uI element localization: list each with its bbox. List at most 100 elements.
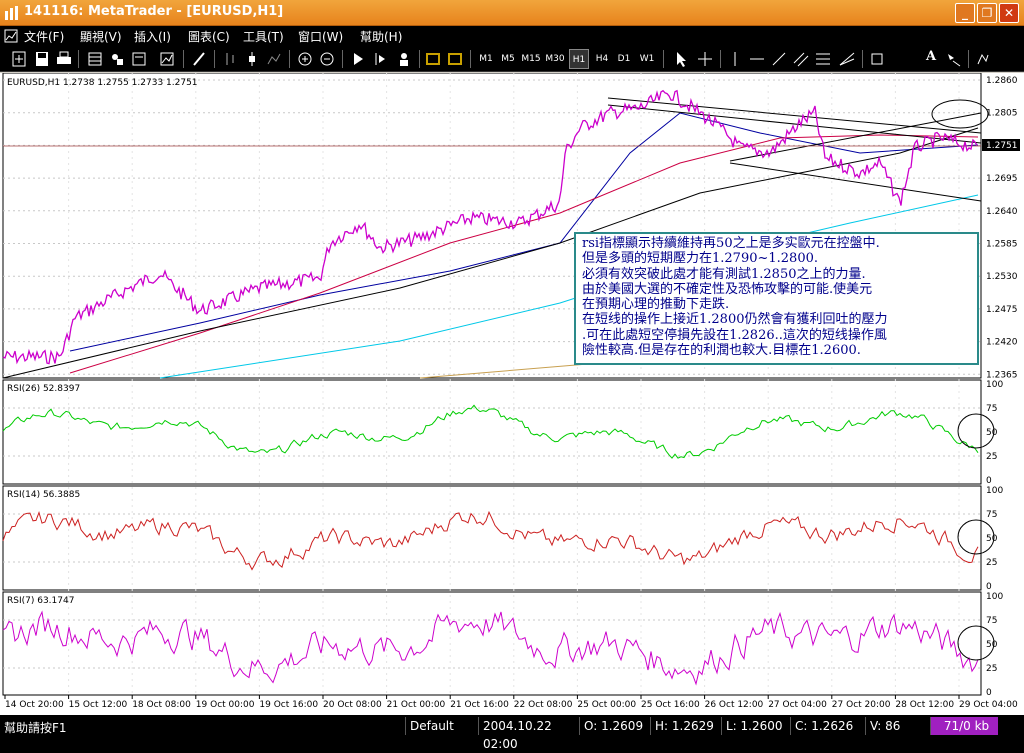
analysis-line: .可在此處短空停損先設在1.2826..這次的短线操作風 [582,327,887,343]
menu-charts[interactable]: 圖表(C) [188,28,230,45]
rsi7-pane[interactable] [2,591,982,696]
rsi-scale-label: 25 [986,558,997,568]
menu-tools[interactable]: 工具(T) [243,28,284,45]
toolbar-separator [214,50,215,68]
menu-view[interactable]: 顯視(V) [80,28,122,45]
timeframe-d1[interactable]: D1 [614,49,634,69]
time-axis-label: 22 Oct 08:00 [514,700,573,710]
rsi-scale-label: 75 [986,404,997,414]
cursor-icon[interactable] [672,49,690,69]
horizontal-line-icon[interactable] [748,49,766,69]
chart-area[interactable]: EURUSD,H1 1.2738 1.2755 1.2733 1.2751 RS… [0,72,1024,715]
menu-bar: 文件(F) 顯視(V) 插入(I) 圖表(C) 工具(T) 窗口(W) 幫助(H… [0,26,1024,46]
analysis-line: 但是多頭的短期壓力在1.2790~1.2800. [582,251,818,267]
timeframe-h1[interactable]: H1 [569,49,589,69]
new-chart-icon[interactable] [10,49,28,69]
current-price-label: 1.2751 [986,141,1018,151]
timeframe-m1[interactable]: M1 [476,49,496,69]
maximize-button[interactable]: ❐ [977,3,997,23]
fractals-icon[interactable] [974,49,992,69]
chart-window-icon [4,29,18,43]
toolbar-separator [78,50,79,68]
navigator-icon[interactable] [108,49,126,69]
timeframe-h4[interactable]: H4 [592,49,612,69]
time-axis-label: 29 Oct 04:00 [959,700,1018,710]
price-chart[interactable]: EURUSD,H1 1.2738 1.2755 1.2733 1.2751 RS… [0,72,1024,715]
trendline-icon[interactable] [770,49,788,69]
status-profile[interactable]: Default [405,717,477,735]
toolbar-separator [183,50,184,68]
status-open: O: 1.2609 [579,717,649,735]
text-tool-button[interactable]: A [922,49,940,69]
terminal-icon[interactable] [130,49,148,69]
arrows-icon[interactable] [945,49,963,69]
market-watch-icon[interactable] [86,49,104,69]
vertical-line-icon[interactable] [726,49,744,69]
chart-header: EURUSD,H1 1.2738 1.2755 1.2733 1.2751 [7,78,198,88]
minimize-button[interactable]: _ [955,3,975,23]
toolbar-separator [342,50,343,68]
price-axis-label: 1.2475 [986,305,1018,315]
price-axis-label: 1.2860 [986,76,1018,86]
status-high: H: 1.2629 [650,717,720,735]
rsi-scale-label: 25 [986,452,997,462]
analysis-text-box[interactable]: rsi指標顯示持續維持再50之上是多实歐元在控盤中. 但是多頭的短期壓力在1.2… [574,232,979,365]
toolbar-separator [419,50,420,68]
bar-chart-icon[interactable] [221,49,239,69]
strategy-tester-icon[interactable] [158,49,176,69]
time-axis-label: 21 Oct 16:00 [450,700,509,710]
toolbar-separator [862,50,863,68]
channel-icon[interactable] [792,49,810,69]
time-axis-label: 18 Oct 08:00 [132,700,191,710]
menu-insert[interactable]: 插入(I) [134,28,171,45]
rsi14-pane[interactable] [2,485,982,591]
metatrader-app-icon [5,6,18,20]
crosshair-icon[interactable] [696,49,714,69]
menu-file[interactable]: 文件(F) [24,28,64,45]
periods-icon[interactable] [424,49,442,69]
time-axis-label: 25 Oct 00:00 [577,700,636,710]
window-title: 141116: MetaTrader - [EURUSD,H1] [24,4,284,19]
shapes-icon[interactable] [868,49,886,69]
analysis-line: 在預期心理的推動下走跌. [582,297,730,313]
menu-help[interactable]: 幫助(H) [360,28,402,45]
timeframe-m5[interactable]: M5 [498,49,518,69]
indicators-icon[interactable] [395,49,413,69]
time-axis-label: 21 Oct 00:00 [387,700,446,710]
toolbar-separator [720,50,721,68]
print-icon[interactable] [55,49,73,69]
auto-scroll-icon[interactable] [349,49,367,69]
title-bar: 141116: MetaTrader - [EURUSD,H1] _ ❐ ✕ [0,0,1024,26]
time-axis-label: 28 Oct 12:00 [895,700,954,710]
rsi-scale-label: 50 [986,534,998,544]
price-axis-label: 1.2640 [986,207,1018,217]
rsi-scale-label: 100 [986,486,1003,496]
rsi-scale-label: 100 [986,592,1003,602]
chart-shift-icon[interactable] [371,49,389,69]
zoom-out-icon[interactable] [318,49,336,69]
rsi14-header: RSI(14) 56.3885 [7,490,80,500]
expert-advisors-icon[interactable] [190,49,208,69]
templates-icon[interactable] [446,49,464,69]
toolbar-separator [968,50,969,68]
gann-icon[interactable] [838,49,856,69]
time-axis-label: 27 Oct 20:00 [832,700,891,710]
fibonacci-icon[interactable] [814,49,832,69]
menu-window[interactable]: 窗口(W) [298,28,343,45]
close-button[interactable]: ✕ [999,3,1019,23]
rsi26-pane[interactable] [2,379,982,485]
timeframe-m15[interactable]: M15 [521,49,541,69]
line-chart-icon[interactable] [265,49,283,69]
rsi-scale-label: 100 [986,380,1003,390]
rsi-scale-label: 0 [986,582,992,592]
status-volume: V: 86 [865,717,929,735]
timeframe-w1[interactable]: W1 [637,49,657,69]
save-icon[interactable] [33,49,51,69]
timeframe-m30[interactable]: M30 [545,49,565,69]
price-axis-label: 1.2695 [986,174,1018,184]
zoom-in-icon[interactable] [296,49,314,69]
candlestick-icon[interactable] [243,49,261,69]
time-axis-label: 19 Oct 16:00 [259,700,318,710]
analysis-line: 在短线的操作上接近1.2800仍然會有獲利回吐的壓力 [582,312,888,328]
time-axis-label: 26 Oct 12:00 [705,700,764,710]
